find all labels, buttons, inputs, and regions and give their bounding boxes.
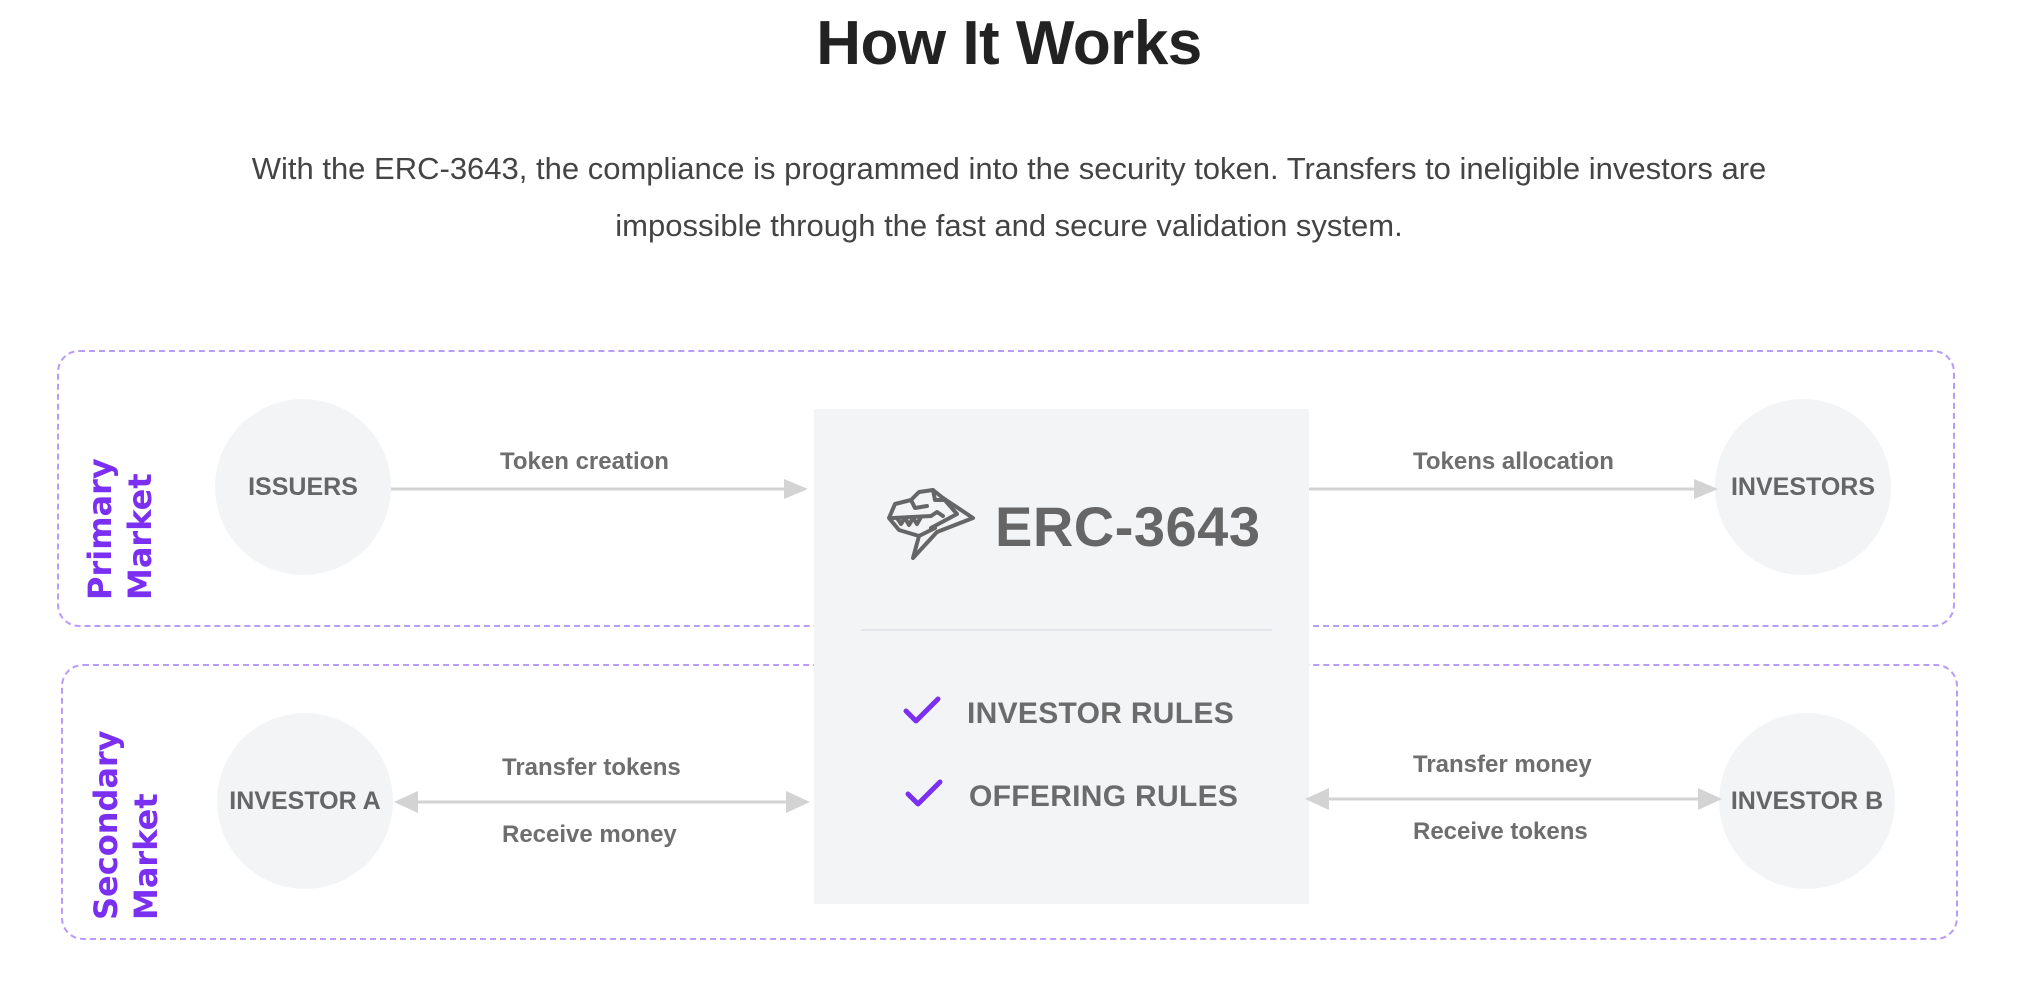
arrow-token-creation	[391, 479, 808, 499]
arrow-investor-b-exchange	[1305, 788, 1722, 810]
edge-label-receive-money: Receive money	[502, 821, 677, 848]
flow-arrows	[391, 479, 1722, 813]
arrow-tokens-allocation	[1309, 479, 1718, 499]
edge-label-transfer-tokens: Transfer tokens	[502, 754, 681, 781]
edge-label-receive-tokens: Receive tokens	[1413, 818, 1588, 845]
edge-label-token-creation: Token creation	[500, 448, 669, 475]
arrow-investor-a-exchange	[394, 791, 810, 813]
edge-label-transfer-money: Transfer money	[1413, 751, 1592, 778]
edge-label-tokens-allocation: Tokens allocation	[1413, 448, 1614, 475]
